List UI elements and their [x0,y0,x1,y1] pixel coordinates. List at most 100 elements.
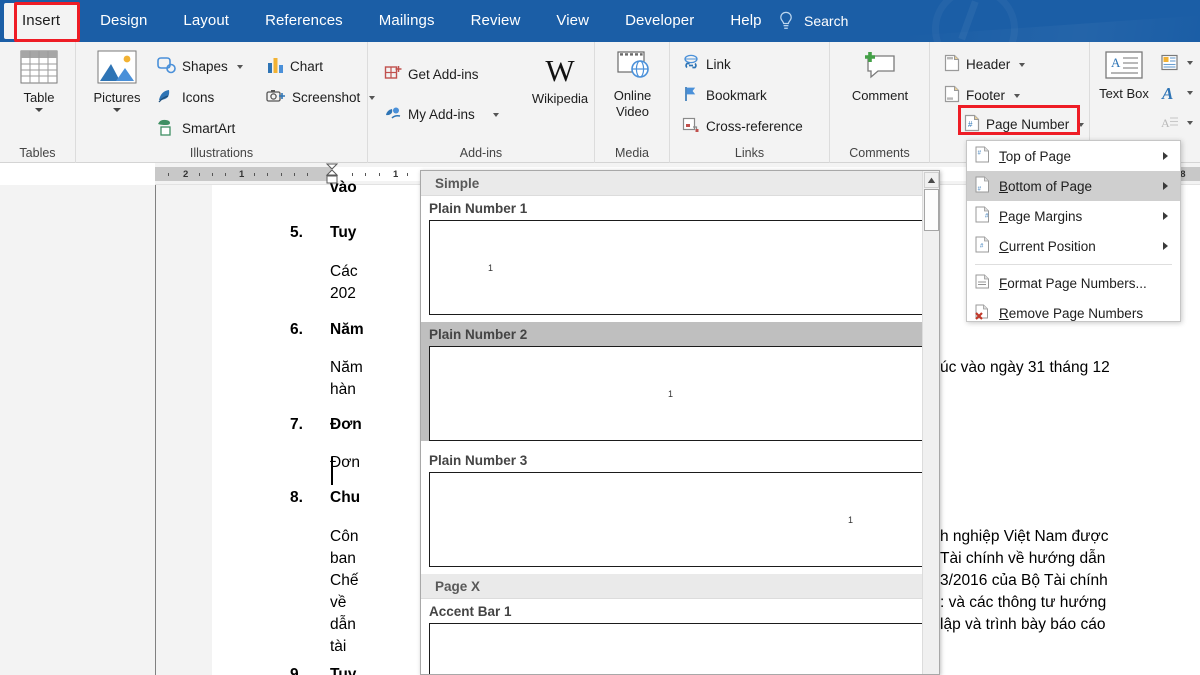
tab-layout[interactable]: Layout [165,0,247,42]
cross-reference-label: Cross-reference [706,119,803,134]
gallery-item-accent-bar-1[interactable]: Accent Bar 1 [421,599,939,674]
my-addins-label: My Add-ins [408,107,475,122]
link-label: Link [706,57,731,72]
title-bar: Insert Design Layout References Mailings… [0,0,1200,42]
link-button[interactable]: Link [682,54,731,75]
ribbon-group-illustrations: Pictures Shapes Icons SmartArt Chart Scr… [76,42,376,163]
doc-line: dẫn [330,616,356,633]
quick-parts-button[interactable] [1160,54,1180,77]
page-top-icon: # [975,146,990,166]
group-label-addins: Add-ins [459,146,503,160]
menu-item-top-of-page[interactable]: # Top of Page [967,141,1180,171]
tab-mailings[interactable]: Mailings [361,0,453,42]
tab-insert[interactable]: Insert [4,3,79,39]
table-button[interactable]: Table [16,50,62,112]
chevron-right-icon [1163,242,1168,250]
drop-cap-button[interactable]: A [1160,114,1180,137]
gallery-item-label: Accent Bar 1 [429,604,512,619]
gallery-scroll-thumb[interactable] [924,189,939,231]
gallery-scrollbar[interactable] [922,171,939,674]
ribbon-tabs: Insert Design Layout References Mailings… [0,0,780,42]
remove-page-numbers-icon [975,303,990,323]
chevron-down-icon[interactable] [1019,62,1026,67]
chevron-down-icon[interactable] [236,64,243,69]
wordart-button[interactable]: A [1160,84,1180,107]
my-addins-button[interactable]: My Add-ins [384,104,499,125]
shapes-icon [156,56,176,77]
menu-item-remove-page-numbers[interactable]: Remove Page Numbers [967,298,1180,328]
chevron-down-icon[interactable] [1014,93,1021,98]
icons-button[interactable]: Icons [156,87,214,108]
page-number-label: Page Number [986,117,1070,132]
menu-item-page-margins[interactable]: # Page Margins [967,201,1180,231]
tab-help[interactable]: Help [712,0,779,42]
doc-line: Chế [330,572,359,589]
gallery-item-label: Plain Number 3 [429,453,528,468]
footer-button[interactable]: Footer [944,85,1021,106]
screenshot-button[interactable]: Screenshot [266,87,376,108]
bookmark-icon [682,85,700,106]
shapes-label: Shapes [182,59,228,74]
gallery-item-preview [429,623,931,674]
comment-button[interactable]: Comment [846,50,914,103]
doc-line: Tuy [330,224,357,241]
doc-line-right: 3/2016 của Bộ Tài chính [940,572,1108,589]
page-margins-icon: # [975,206,990,226]
gallery-item-plain-number-3[interactable]: Plain Number 3 1 [421,448,939,567]
chevron-down-icon[interactable] [35,108,43,112]
chevron-down-icon[interactable] [492,112,499,117]
menu-item-format-page-numbers[interactable]: Format Page Numbers... [967,268,1180,298]
preview-page-number: 1 [668,389,674,399]
ribbon-group-tables: Table Tables [0,42,76,163]
menu-item-label: Page Margins [999,208,1083,224]
doc-line-right: Tài chính về hướng dẫn [940,550,1106,567]
menu-item-label: Format Page Numbers... [999,275,1147,291]
search-box[interactable]: Search [778,0,848,42]
doc-line: Các [330,263,358,280]
ribbon-group-links: Link Bookmark Cross-reference Links [670,42,830,163]
gallery-item-plain-number-1[interactable]: Plain Number 1 1 [421,196,939,315]
cross-reference-button[interactable]: Cross-reference [682,116,803,137]
shapes-button[interactable]: Shapes [156,56,243,77]
chart-button[interactable]: Chart [266,56,323,77]
menu-item-current-position[interactable]: # Current Position [967,231,1180,261]
bookmark-button[interactable]: Bookmark [682,85,767,106]
smartart-icon [156,118,176,139]
chevron-down-icon[interactable] [113,108,121,112]
doc-line: 202 [330,285,356,302]
scroll-up-arrow-icon[interactable] [924,172,939,188]
doc-line: ban [330,550,356,567]
text-box-button[interactable]: A Text Box [1098,50,1150,102]
chevron-right-icon [1163,212,1168,220]
ribbon-group-comments: Comment Comments [830,42,930,163]
doc-line: hàn [330,381,356,398]
page-number-icon: # [964,114,980,135]
chevron-down-icon[interactable] [1187,121,1193,125]
wikipedia-icon: W [545,53,575,88]
group-label-tables: Tables [19,146,56,160]
tab-review[interactable]: Review [453,0,539,42]
menu-item-bottom-of-page[interactable]: # Bottom of Page [967,171,1180,201]
tab-design[interactable]: Design [82,0,165,42]
chevron-down-icon[interactable] [1187,61,1193,65]
wikipedia-button[interactable]: W Wikipedia [528,53,592,107]
page-shadow-gutter [156,185,212,675]
tab-references[interactable]: References [247,0,361,42]
pictures-button[interactable]: Pictures [84,50,150,112]
doc-line: tài [330,638,347,655]
chevron-down-icon[interactable] [1187,91,1193,95]
chevron-down-icon[interactable] [1078,122,1085,127]
page-number-gallery[interactable]: Simple Plain Number 1 1 Plain Number 2 1… [420,170,940,675]
pictures-label: Pictures [93,90,141,105]
tab-view[interactable]: View [538,0,607,42]
page-number-dropdown-menu[interactable]: # Top of Page # Bottom of Page # Page Ma… [966,140,1181,322]
page-number-button[interactable]: # Page Number [964,114,1085,135]
online-video-button[interactable]: Online Video [603,50,662,120]
text-cursor [331,457,333,485]
header-button[interactable]: Header [944,54,1026,75]
smartart-button[interactable]: SmartArt [156,118,235,139]
tab-developer[interactable]: Developer [607,0,712,42]
get-addins-button[interactable]: Get Add-ins [384,64,479,85]
gallery-item-plain-number-2[interactable]: Plain Number 2 1 [421,322,939,441]
doc-line-right: úc vào ngày 31 tháng 12 [940,359,1110,376]
